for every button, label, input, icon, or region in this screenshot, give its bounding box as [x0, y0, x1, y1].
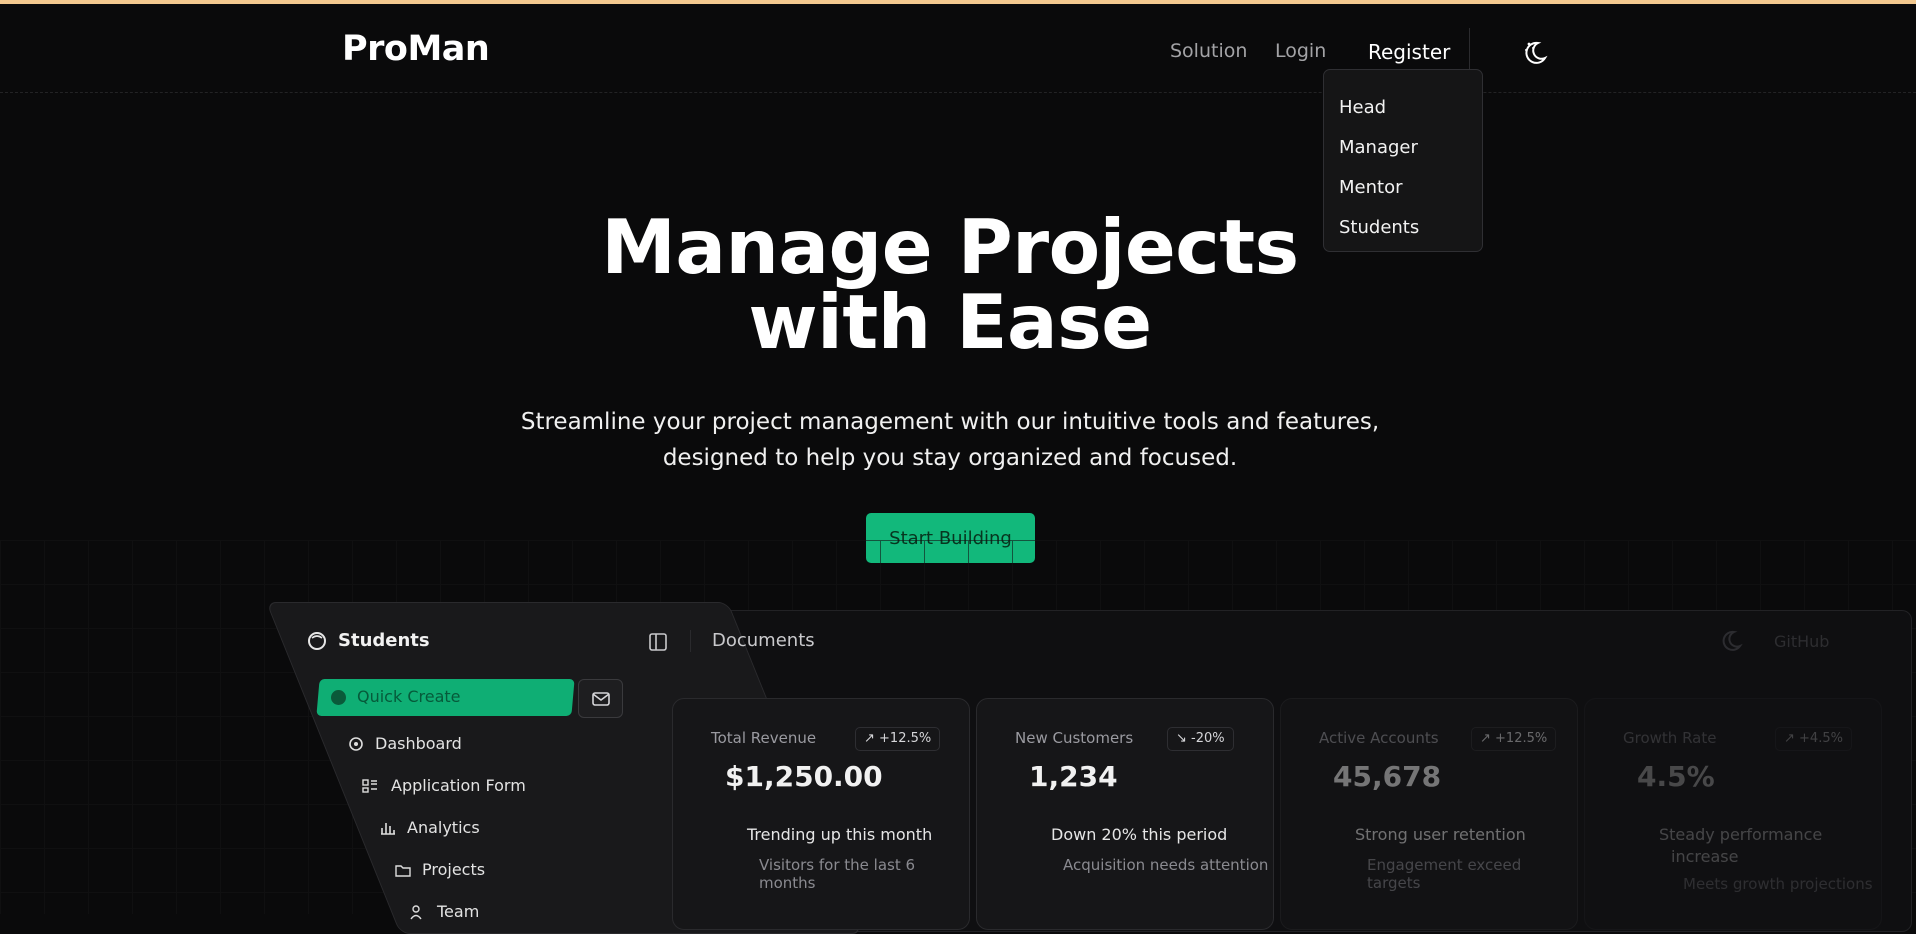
plus-circle-icon	[331, 690, 346, 705]
card-label: New Customers	[1015, 729, 1134, 747]
mail-icon	[592, 692, 610, 706]
sidebar-item-team[interactable]: Team	[437, 902, 479, 921]
quick-create-label: Quick Create	[357, 687, 461, 706]
site-header: ProMan Solution Login Register	[0, 4, 1916, 93]
stat-card-active-accounts: Active Accounts ↗ +12.5% 45,678 Strong u…	[1280, 698, 1578, 930]
sidebar-title: Students	[338, 630, 430, 651]
hero-subtitle-line-1: Streamline your project management with …	[520, 409, 1380, 435]
hero-subtitle-line-2: designed to help you stay organized and …	[662, 445, 1238, 471]
card-trend-line-2: increase	[1671, 847, 1739, 866]
moon-stars-icon[interactable]	[1521, 38, 1549, 66]
breadcrumb-separator	[690, 630, 691, 652]
sidebar-item-analytics[interactable]: Analytics	[407, 818, 480, 837]
menu-item-mentor[interactable]: Mentor	[1339, 177, 1402, 198]
card-badge: ↗ +12.5%	[855, 727, 941, 751]
form-icon	[362, 779, 377, 793]
card-value: 45,678	[1333, 760, 1442, 793]
card-description: Visitors for the last 6 months	[759, 856, 916, 892]
hero-title-line-2: with Ease	[748, 278, 1152, 366]
dashboard-icon	[349, 737, 363, 751]
sidebar-item-projects[interactable]: Projects	[422, 860, 485, 879]
card-badge: ↘ -20%	[1167, 727, 1234, 751]
card-label: Total Revenue	[711, 729, 817, 747]
card-description: Acquisition needs attention	[1063, 856, 1269, 874]
nav-divider	[1469, 28, 1470, 72]
card-badge: ↗ +4.5%	[1775, 727, 1852, 751]
nav-register-link[interactable]: Register	[1368, 40, 1450, 64]
folder-icon	[395, 865, 411, 877]
nav-login-link[interactable]: Login	[1275, 40, 1326, 62]
breadcrumb-documents: Documents	[712, 630, 815, 651]
card-description: Meets growth projections	[1683, 875, 1873, 893]
card-trend: Trending up this month	[747, 825, 933, 844]
stat-card-total-revenue: Total Revenue ↗ +12.5% $1,250.00 Trendin…	[672, 698, 970, 930]
card-badge: ↗ +12.5%	[1471, 727, 1557, 751]
inbox-button[interactable]	[578, 679, 623, 718]
menu-item-head[interactable]: Head	[1339, 97, 1386, 118]
hero-subtitle: Streamline your project management with …	[450, 404, 1450, 476]
github-link[interactable]: GitHub	[1774, 632, 1829, 651]
card-value: $1,250.00	[725, 760, 883, 793]
sidebar-toggle-icon[interactable]	[648, 632, 668, 652]
card-description: Engagement exceed targets	[1367, 856, 1522, 892]
menu-item-manager[interactable]: Manager	[1339, 137, 1418, 158]
card-trend: Down 20% this period	[1051, 825, 1228, 844]
sidebar-item-application-form[interactable]: Application Form	[391, 776, 526, 795]
moon-stars-icon[interactable]	[1718, 628, 1744, 654]
stat-card-new-customers: New Customers ↘ -20% 1,234 Down 20% this…	[976, 698, 1274, 930]
stat-card-growth-rate: Growth Rate ↗ +4.5% 4.5% Steady performa…	[1584, 698, 1882, 930]
bar-chart-icon	[381, 823, 395, 835]
card-trend: Strong user retention	[1355, 825, 1526, 844]
logo[interactable]: ProMan	[342, 29, 490, 69]
team-icon	[410, 905, 422, 920]
students-logo-icon	[308, 632, 326, 650]
hero-title-line-1: Manage Projects	[601, 203, 1299, 291]
nav-solution-link[interactable]: Solution	[1170, 40, 1247, 62]
card-value: 4.5%	[1637, 760, 1715, 793]
sidebar-item-dashboard[interactable]: Dashboard	[375, 734, 462, 753]
card-value: 1,234	[1029, 760, 1118, 793]
hero-title: Manage Projects with Ease	[450, 210, 1450, 360]
card-trend-line-1: Steady performance	[1659, 825, 1823, 844]
card-label: Active Accounts	[1319, 729, 1439, 747]
card-label: Growth Rate	[1623, 729, 1717, 747]
